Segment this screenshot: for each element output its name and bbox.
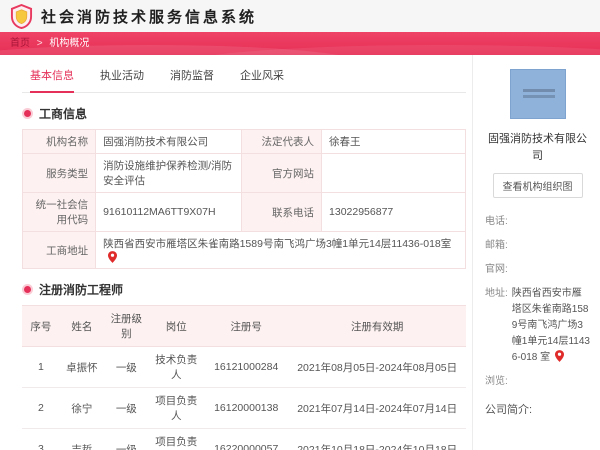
phone-value: 13022956877	[321, 192, 466, 232]
section-dot-icon	[24, 286, 31, 293]
breadcrumb-current: 机构概况	[49, 38, 90, 49]
service-type-value: 消防设施维护保养检测/消防安全评估	[95, 153, 243, 193]
table-row: 机构名称 固强消防技术有限公司 法定代表人 徐春王	[21, 129, 466, 154]
company-logo-image	[509, 69, 566, 119]
column-header: 序号	[22, 305, 60, 347]
table-row: 工商地址 陕西省西安市雁塔区朱雀南路1589号南飞鸿广场3幢1单元14层1143…	[21, 231, 466, 269]
column-header: 注册有效期	[288, 305, 466, 347]
field-label: 机构名称	[21, 129, 97, 154]
section-title-text: 工商信息	[39, 107, 88, 121]
app-header: 社会消防技术服务信息系统	[0, 0, 600, 32]
legal-rep-value: 徐春王	[321, 129, 466, 154]
website-value	[321, 153, 466, 193]
location-pin-icon[interactable]	[108, 251, 118, 263]
field-label: 官方网站	[241, 153, 323, 193]
business-address-cell: 陕西省西安市雁塔区朱雀南路1589号南飞鸿广场3幢1单元14层11436-018…	[95, 231, 466, 269]
table-cell: 项目负责人	[148, 387, 205, 429]
business-info-table: 机构名称 固强消防技术有限公司 法定代表人 徐春王 服务类型 消防设施维护保养检…	[21, 129, 466, 269]
table-row: 1 卓振怀 一级 技术负责人 16121000284 2021年08月05日-2024年0…	[22, 346, 466, 388]
field-label: 浏览:	[485, 376, 508, 387]
table-cell: 一级	[104, 346, 149, 388]
breadcrumb-home-link[interactable]: 首页	[10, 38, 30, 49]
company-intro-label: 公司简介:	[485, 404, 533, 416]
section-title-business: 工商信息	[22, 105, 466, 122]
column-header: 岗位	[148, 305, 205, 347]
sidebar-field-website: 官网:	[485, 262, 590, 278]
main-content: 基本信息 执业活动 消防监督 企业风采 工商信息 机构名称 固强消防技术有限公司…	[0, 55, 472, 450]
column-header: 注册号	[204, 305, 289, 347]
table-cell: 徐宁	[59, 387, 105, 429]
table-cell: 2021年08月05日-2024年08月05日	[288, 346, 466, 388]
column-header: 注册级别	[104, 305, 149, 347]
breadcrumb-separator: >	[36, 38, 43, 49]
tab-practice-activity[interactable]: 执业活动	[100, 67, 144, 93]
table-cell: 2021年10月18日-2024年10月18日	[288, 428, 466, 450]
column-header: 姓名	[59, 305, 105, 347]
table-row: 2 徐宁 一级 项目负责人 16120000138 2021年07月14日-2024年07…	[22, 387, 466, 429]
field-label: 电话:	[485, 216, 508, 227]
breadcrumb-bar: 首页 > 机构概况	[0, 32, 600, 55]
table-cell: 卓振怀	[59, 346, 105, 388]
field-label: 官网:	[485, 264, 508, 275]
engineers-table: 序号 姓名 注册级别 岗位 注册号 注册有效期 1 卓振怀 一级 技术负责人 1612100028…	[22, 305, 466, 450]
content-card: 基本信息 执业活动 消防监督 企业风采 工商信息 机构名称 固强消防技术有限公司…	[0, 55, 600, 450]
company-name: 固强消防技术有限公司	[488, 133, 587, 162]
field-label: 法定代表人	[241, 129, 323, 154]
table-row: 3吉哲一级项目负责人162200000572021年10月18日-2024年10…	[22, 428, 466, 450]
table-cell: 项目负责人	[148, 428, 205, 450]
field-label: 服务类型	[21, 153, 97, 193]
org-name-value: 固强消防技术有限公司	[95, 129, 243, 154]
section-dot-icon	[24, 110, 31, 117]
address-text: 陕西省西安市雁塔区朱雀南路1589号南飞鸿广场3幢1单元14层11436-018…	[511, 288, 590, 363]
table-row: 服务类型 消防设施维护保养检测/消防安全评估 官方网站	[21, 153, 466, 193]
site-title: 社会消防技术服务信息系统	[41, 8, 258, 26]
field-label: 工商地址	[21, 231, 97, 269]
section-title-text: 注册消防工程师	[39, 283, 124, 297]
field-label: 地址:	[485, 288, 508, 299]
table-row: 统一社会信用代码 91610112MA6TT9X07H 联系电话 1302295…	[21, 192, 466, 232]
field-label: 联系电话	[241, 192, 323, 232]
table-cell: 16121000284	[204, 346, 289, 388]
company-sidebar: 固强消防技术有限公司 查看机构组织图 电话: 邮箱: 官网: 地址: 陕西省西安…	[472, 55, 600, 450]
table-cell: 吉哲	[59, 428, 105, 450]
credit-code-value: 91610112MA6TT9X07H	[95, 192, 243, 232]
location-pin-icon[interactable]	[555, 350, 565, 362]
page: 社会消防技术服务信息系统 首页 > 机构概况 基本信息 执业活动 消防监督 企业…	[0, 0, 600, 450]
table-cell: 16220000057	[204, 428, 289, 450]
table-cell: 1	[22, 346, 60, 388]
table-cell: 2	[22, 387, 60, 429]
tab-bar: 基本信息 执业活动 消防监督 企业风采	[22, 63, 466, 93]
table-cell: 3	[22, 428, 60, 450]
sidebar-field-address: 地址: 陕西省西安市雁塔区朱雀南路1589号南飞鸿广场3幢1单元14层11436…	[485, 286, 590, 366]
tab-company-showcase[interactable]: 企业风采	[240, 67, 284, 93]
breadcrumb: 首页 > 机构概况	[0, 32, 600, 55]
table-cell: 16120000138	[204, 387, 289, 429]
sidebar-field-views: 浏览:	[485, 374, 590, 390]
table-cell: 2021年07月14日-2024年07月14日	[288, 387, 466, 429]
sidebar-field-email: 邮箱:	[485, 238, 590, 254]
tab-basic-info[interactable]: 基本信息	[30, 67, 74, 93]
business-address-value: 陕西省西安市雁塔区朱雀南路1589号南飞鸿广场3幢1单元14层11436-018…	[103, 238, 452, 250]
sidebar-address-value: 陕西省西安市雁塔区朱雀南路1589号南飞鸿广场3幢1单元14层11436-018…	[512, 286, 590, 366]
table-header-row: 序号 姓名 注册级别 岗位 注册号 注册有效期	[22, 305, 466, 347]
sidebar-field-phone: 电话:	[485, 214, 590, 230]
tab-fire-supervision[interactable]: 消防监督	[170, 67, 214, 93]
section-title-engineers: 注册消防工程师	[22, 281, 466, 298]
table-cell: 一级	[104, 428, 149, 450]
field-label: 统一社会信用代码	[21, 192, 97, 232]
table-cell: 技术负责人	[148, 346, 205, 388]
table-cell: 一级	[104, 387, 149, 429]
shield-logo-icon	[10, 3, 33, 29]
field-label: 邮箱:	[485, 240, 508, 251]
view-org-chart-button[interactable]: 查看机构组织图	[492, 173, 583, 198]
